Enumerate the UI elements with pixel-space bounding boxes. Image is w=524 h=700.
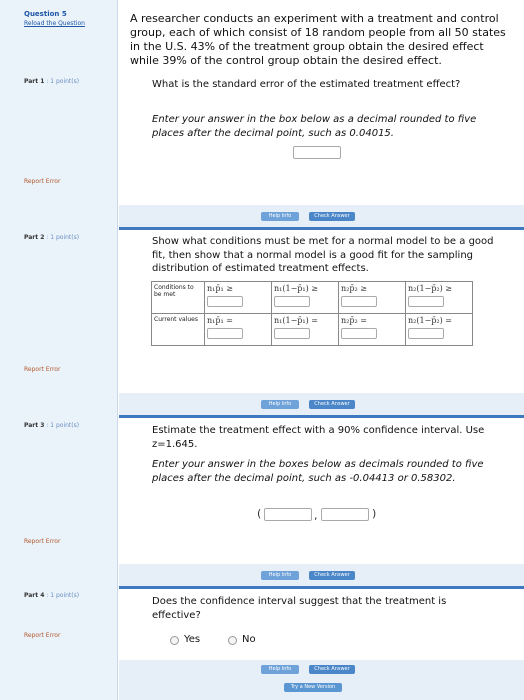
part-3-points: : 1 point(s) [46,422,80,429]
interval-open-paren: ( [257,507,262,520]
current-cell-1: n₁p̄₁ = [204,313,272,346]
report-error-link-4[interactable]: Report Error [24,632,60,639]
report-error-link-2[interactable]: Report Error [24,366,60,373]
current-cell-2: n₁(1−p̄₁) = [271,313,339,346]
part-1-label: Part 1 : 1 point(s) [24,78,79,85]
check-answer-button-2[interactable]: Check Answer [309,400,355,409]
part-4-name: Part 4 [24,592,45,599]
current-values-row-label: Current values [151,313,205,346]
condition-label-2: n₁(1−p̄₁) ≥ [274,284,318,293]
no-radio-label: No [242,634,256,645]
current-label-3: n₂p̄₂ = [341,316,367,325]
yes-radio[interactable] [170,636,179,645]
current-label-2: n₁(1−p̄₁) = [274,316,318,325]
help-info-button-3[interactable]: Help Info [261,571,299,580]
help-info-button-1[interactable]: Help Info [261,212,299,221]
help-info-button-2[interactable]: Help Info [261,400,299,409]
part-4-question: Does the confidence interval suggest tha… [152,596,447,621]
current-cell-4: n₂(1−p̄₂) = [405,313,473,346]
condition-cell-4: n₂(1−p̄₂) ≥ [405,281,473,314]
part-1-points: : 1 point(s) [46,78,80,85]
part-divider-3 [119,586,524,589]
part-2-name: Part 2 [24,234,45,241]
help-info-button-4[interactable]: Help Info [261,665,299,674]
question-title: Question 5 [24,10,67,18]
check-answer-button-1[interactable]: Check Answer [309,212,355,221]
part-3-instruction: Enter your answer in the boxes below as … [152,459,484,484]
condition-cell-2: n₁(1−p̄₁) ≥ [271,281,339,314]
condition-label-1: n₁p̄₁ ≥ [207,284,233,293]
condition-input-3[interactable] [341,296,377,307]
interval-upper-input[interactable] [321,508,369,521]
part-divider-2 [119,415,524,418]
condition-input-1[interactable] [207,296,243,307]
part-3-question: Estimate the treatment effect with a 90%… [152,425,485,450]
part-2-label: Part 2 : 1 point(s) [24,234,79,241]
part-1-name: Part 1 [24,78,45,85]
current-label-4: n₂(1−p̄₂) = [408,316,452,325]
question-stem: A researcher conducts an experiment with… [130,12,506,67]
report-error-link-3[interactable]: Report Error [24,538,60,545]
part-4-label: Part 4 : 1 point(s) [24,592,79,599]
try-new-version-button[interactable]: Try a New Version [284,683,342,692]
condition-label-4: n₂(1−p̄₂) ≥ [408,284,452,293]
condition-cell-3: n₂p̄₂ ≥ [338,281,406,314]
part-4-points: : 1 point(s) [46,592,80,599]
current-input-1[interactable] [207,328,243,339]
part-2-points: : 1 point(s) [46,234,80,241]
conditions-table: Conditions to be met n₁p̄₁ ≥ n₁(1−p̄₁) ≥… [151,281,473,346]
current-label-1: n₁p̄₁ = [207,316,233,325]
part-divider-1 [119,227,524,230]
no-radio[interactable] [228,636,237,645]
interval-comma: , [314,509,318,522]
interval-lower-input[interactable] [264,508,312,521]
left-sidebar: Question 5 Reload the Question Part 1 : … [0,0,118,700]
check-answer-button-3[interactable]: Check Answer [309,571,355,580]
part-1-question: What is the standard error of the estima… [152,79,461,90]
current-input-4[interactable] [408,328,444,339]
condition-label-3: n₂p̄₂ ≥ [341,284,367,293]
interval-close-paren: ) [372,507,377,520]
part-3-name: Part 3 [24,422,45,429]
reload-question-link[interactable]: Reload the Question [24,20,85,27]
main-content: A researcher conducts an experiment with… [119,0,524,700]
conditions-row-label: Conditions to be met [151,281,205,314]
part-2-question: Show what conditions must be met for a n… [152,236,494,274]
part-3-label: Part 3 : 1 point(s) [24,422,79,429]
check-answer-button-4[interactable]: Check Answer [309,665,355,674]
current-input-2[interactable] [274,328,310,339]
report-error-link-1[interactable]: Report Error [24,178,60,185]
condition-input-4[interactable] [408,296,444,307]
current-input-3[interactable] [341,328,377,339]
condition-cell-1: n₁p̄₁ ≥ [204,281,272,314]
condition-input-2[interactable] [274,296,310,307]
yes-radio-label: Yes [184,634,201,645]
part-1-answer-input[interactable] [293,146,341,159]
part-1-instruction: Enter your answer in the box below as a … [152,114,477,139]
current-cell-3: n₂p̄₂ = [338,313,406,346]
